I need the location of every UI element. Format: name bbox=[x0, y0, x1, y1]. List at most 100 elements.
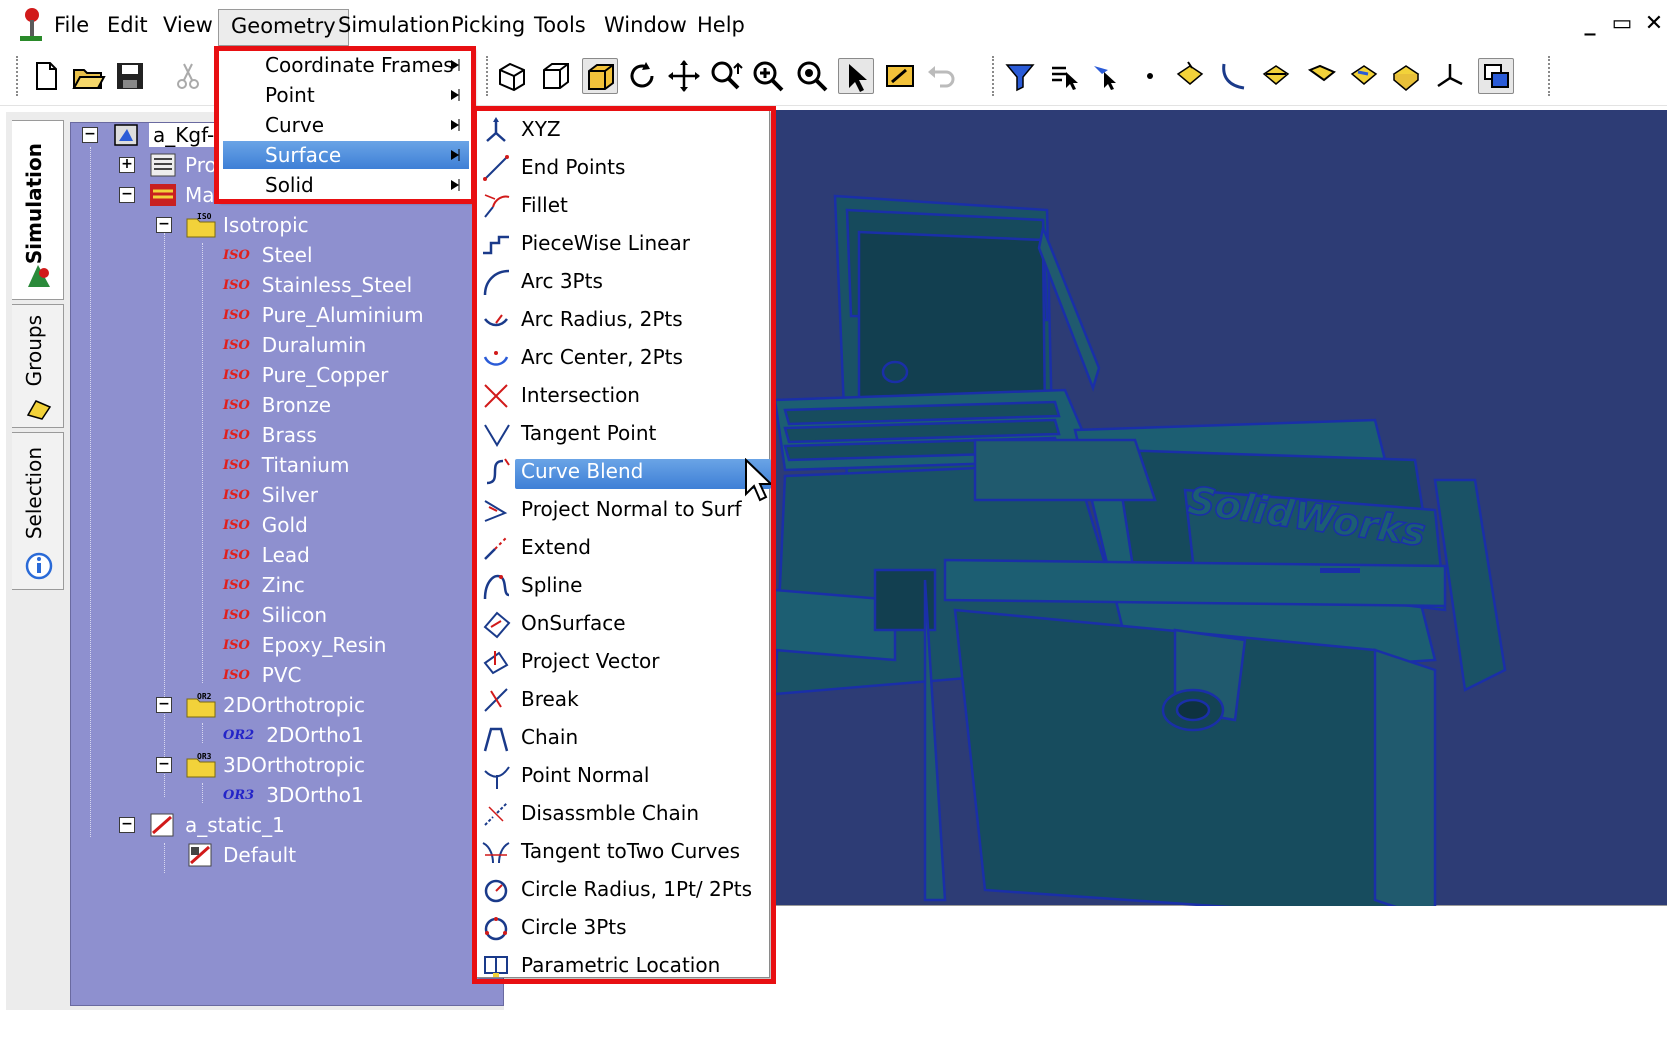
view-shaded-icon[interactable] bbox=[582, 58, 618, 94]
menu-item-intersection[interactable]: Intersection bbox=[479, 379, 769, 413]
undo-icon[interactable] bbox=[924, 58, 960, 94]
menu-item-disassmble-chain[interactable]: Disassmble Chain bbox=[479, 797, 769, 831]
material-pure-aluminium[interactable]: ISO Pure_Aluminium bbox=[223, 300, 424, 330]
select-box-icon[interactable] bbox=[882, 58, 918, 94]
menu-item-tangent-to-two-curves[interactable]: Tangent toTwo Curves bbox=[479, 835, 769, 869]
collapse-toggle[interactable]: − bbox=[82, 127, 98, 143]
pick-point-icon[interactable] bbox=[1132, 58, 1168, 94]
restore-button[interactable]: ▭ bbox=[1609, 12, 1635, 38]
window-tile-icon[interactable] bbox=[1478, 58, 1514, 94]
graphics-viewport[interactable]: SolidWorks bbox=[773, 110, 1667, 922]
collapse-toggle[interactable]: − bbox=[119, 187, 135, 203]
menu-geometry[interactable]: Geometry bbox=[218, 9, 349, 46]
material-3dortho1[interactable]: OR3 3DOrtho1 bbox=[223, 780, 364, 810]
menu-item-point[interactable]: Point bbox=[223, 81, 469, 109]
pick-curve-icon[interactable] bbox=[1214, 58, 1250, 94]
tab-selection[interactable]: Selection bbox=[12, 432, 64, 590]
pick-entity-icon[interactable] bbox=[1088, 58, 1124, 94]
pick-edge-icon[interactable] bbox=[1258, 58, 1294, 94]
menu-item-parametric-location[interactable]: Parametric Location bbox=[479, 949, 769, 983]
tree-2d-orthotropic-folder[interactable]: OR2 2DOrthotropic bbox=[185, 690, 365, 720]
menu-item-end-points[interactable]: End Points bbox=[479, 151, 769, 185]
material-pure-copper[interactable]: ISO Pure_Copper bbox=[223, 360, 388, 390]
material-titanium[interactable]: ISO Titanium bbox=[223, 450, 349, 480]
material-silicon[interactable]: ISO Silicon bbox=[223, 600, 327, 630]
tree-study[interactable]: a_static_1 bbox=[147, 810, 285, 840]
menu-edit[interactable]: Edit bbox=[107, 12, 148, 38]
material-zinc[interactable]: ISO Zinc bbox=[223, 570, 305, 600]
menu-file[interactable]: File bbox=[54, 12, 89, 38]
menu-tools[interactable]: Tools bbox=[534, 12, 586, 38]
material-stainless-steel[interactable]: ISO Stainless_Steel bbox=[223, 270, 412, 300]
menu-item-coordinate-frames[interactable]: Coordinate Frames bbox=[223, 51, 469, 79]
menu-item-point-normal[interactable]: Point Normal bbox=[479, 759, 769, 793]
material-silver[interactable]: ISO Silver bbox=[223, 480, 318, 510]
tree-materials[interactable]: Ma bbox=[147, 180, 215, 210]
menu-item-curve-blend[interactable]: Curve Blend bbox=[479, 455, 771, 489]
material-steel[interactable]: ISO Steel bbox=[223, 240, 313, 270]
menu-item-circle-3pts[interactable]: Circle 3Pts bbox=[479, 911, 769, 945]
save-icon[interactable] bbox=[112, 58, 148, 94]
select-arrow-icon[interactable] bbox=[838, 58, 874, 94]
menu-item-chain[interactable]: Chain bbox=[479, 721, 769, 755]
material-bronze[interactable]: ISO Bronze bbox=[223, 390, 331, 420]
coordinate-axes-icon[interactable] bbox=[1432, 58, 1468, 94]
tab-groups[interactable]: Groups bbox=[12, 304, 64, 428]
pick-solid-icon[interactable] bbox=[1388, 58, 1424, 94]
toolbar-grip-3[interactable] bbox=[992, 56, 996, 96]
zoom-fit-icon[interactable] bbox=[794, 58, 830, 94]
menu-item-arc-3pts[interactable]: Arc 3Pts bbox=[479, 265, 769, 299]
view-wireframe-icon[interactable] bbox=[538, 58, 574, 94]
menu-picking[interactable]: Picking bbox=[451, 12, 525, 38]
toolbar-grip[interactable] bbox=[16, 56, 20, 96]
menu-view[interactable]: View bbox=[163, 12, 213, 38]
material-lead[interactable]: ISO Lead bbox=[223, 540, 310, 570]
menu-item-project-vector[interactable]: Project Vector bbox=[479, 645, 769, 679]
filter-icon[interactable] bbox=[1002, 58, 1038, 94]
menu-item-xyz[interactable]: XYZ bbox=[479, 113, 769, 147]
new-file-icon[interactable] bbox=[28, 58, 64, 94]
collapse-toggle[interactable]: − bbox=[156, 217, 172, 233]
expand-toggle[interactable]: + bbox=[119, 157, 135, 173]
tab-simulation[interactable]: Simulation bbox=[12, 120, 64, 300]
collapse-toggle[interactable]: − bbox=[119, 817, 135, 833]
menu-item-arc-radius-2pts[interactable]: Arc Radius, 2Pts bbox=[479, 303, 769, 337]
pick-surface-icon[interactable] bbox=[1304, 58, 1340, 94]
material-gold[interactable]: ISO Gold bbox=[223, 510, 308, 540]
material-pvc[interactable]: ISO PVC bbox=[223, 660, 302, 690]
tree-root[interactable]: a_Kgf-r bbox=[111, 120, 227, 150]
collapse-toggle[interactable]: − bbox=[156, 697, 172, 713]
material-epoxy-resin[interactable]: ISO Epoxy_Resin bbox=[223, 630, 386, 660]
collapse-toggle[interactable]: − bbox=[156, 757, 172, 773]
menu-help[interactable]: Help bbox=[697, 12, 745, 38]
minimize-button[interactable]: _ bbox=[1577, 12, 1603, 38]
pan-icon[interactable] bbox=[666, 58, 702, 94]
zoom-dynamic-icon[interactable] bbox=[708, 58, 744, 94]
menu-item-solid[interactable]: Solid bbox=[223, 171, 469, 199]
pick-group-icon[interactable] bbox=[1046, 58, 1082, 94]
open-folder-icon[interactable] bbox=[70, 58, 106, 94]
toolbar-grip-4[interactable] bbox=[1548, 56, 1552, 96]
menu-simulation[interactable]: Simulation bbox=[338, 12, 450, 38]
solid-model[interactable]: SolidWorks bbox=[773, 110, 1667, 922]
tree-properties[interactable]: Pro bbox=[147, 150, 217, 180]
menu-item-arc-center-2pts[interactable]: Arc Center, 2Pts bbox=[479, 341, 769, 375]
tree-default[interactable]: Default bbox=[185, 840, 296, 870]
menu-item-piecewise-linear[interactable]: PieceWise Linear bbox=[479, 227, 769, 261]
tree-3d-orthotropic-folder[interactable]: OR3 3DOrthotropic bbox=[185, 750, 365, 780]
menu-item-extend[interactable]: Extend bbox=[479, 531, 769, 565]
close-button[interactable]: ✕ bbox=[1641, 12, 1667, 38]
material-2dortho1[interactable]: OR2 2DOrtho1 bbox=[223, 720, 364, 750]
cut-icon[interactable] bbox=[170, 58, 206, 94]
zoom-in-icon[interactable] bbox=[750, 58, 786, 94]
pick-face-icon[interactable] bbox=[1346, 58, 1382, 94]
menu-item-surface[interactable]: Surface bbox=[223, 141, 469, 169]
menu-item-curve[interactable]: Curve bbox=[223, 111, 469, 139]
menu-item-break[interactable]: Break bbox=[479, 683, 769, 717]
menu-window[interactable]: Window bbox=[604, 12, 687, 38]
menu-item-onsurface[interactable]: OnSurface bbox=[479, 607, 769, 641]
tree-isotropic-folder[interactable]: ISO Isotropic bbox=[185, 210, 309, 240]
material-brass[interactable]: ISO Brass bbox=[223, 420, 317, 450]
menu-item-tangent-point[interactable]: Tangent Point bbox=[479, 417, 769, 451]
material-duralumin[interactable]: ISO Duralumin bbox=[223, 330, 366, 360]
